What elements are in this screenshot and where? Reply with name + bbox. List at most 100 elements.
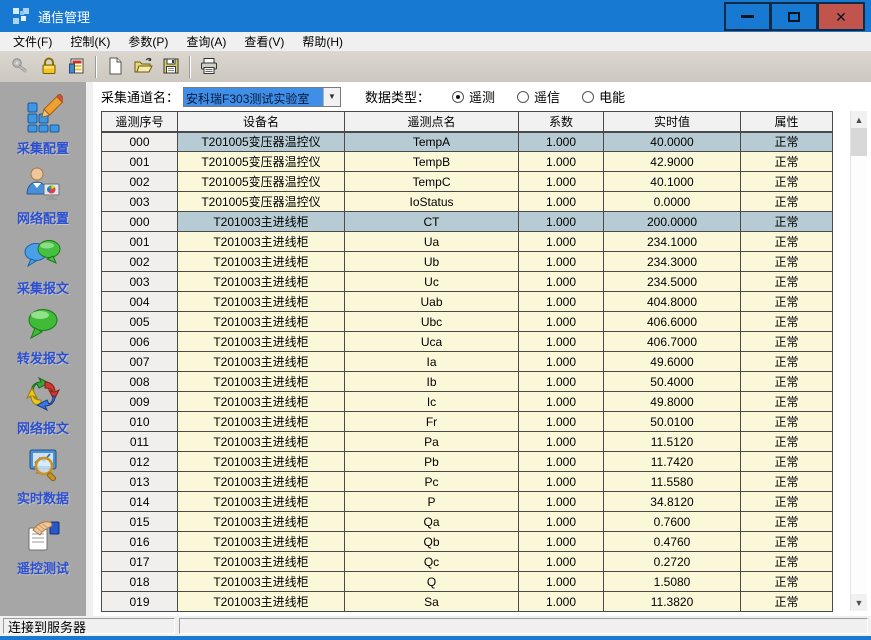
cell-value[interactable]: 234.1000 [604,232,741,252]
cell-serial[interactable]: 005 [102,312,178,332]
cell-serial[interactable]: 003 [102,272,178,292]
cell-value[interactable]: 406.7000 [604,332,741,352]
cell-attribute[interactable]: 正常 [741,152,833,172]
cell-coefficient[interactable]: 1.000 [519,212,604,232]
cell-attribute[interactable]: 正常 [741,232,833,252]
lock-button[interactable] [36,55,62,79]
cell-point[interactable]: Ub [345,252,519,272]
cell-serial[interactable]: 001 [102,232,178,252]
cell-device[interactable]: T201003主进线柜 [178,212,345,232]
cell-device[interactable]: T201003主进线柜 [178,532,345,552]
cell-serial[interactable]: 015 [102,512,178,532]
cell-attribute[interactable]: 正常 [741,492,833,512]
cell-point[interactable]: TempB [345,152,519,172]
radio-icon[interactable] [517,91,529,103]
cell-coefficient[interactable]: 1.000 [519,512,604,532]
table-row[interactable]: 003T201003主进线柜Uc1.000234.5000正常 [102,272,833,292]
cell-device[interactable]: T201005变压器温控仪 [178,172,345,192]
vertical-scrollbar[interactable]: ▲ ▼ [850,111,867,611]
cell-serial[interactable]: 019 [102,592,178,612]
cell-serial[interactable]: 001 [102,152,178,172]
cell-device[interactable]: T201005变压器温控仪 [178,192,345,212]
sidebar-item-realtime-data[interactable]: 实时数据 [0,444,86,514]
menu-item-query[interactable]: 查询(A) [177,31,235,52]
cell-point[interactable]: Uca [345,332,519,352]
menu-item-help[interactable]: 帮助(H) [293,31,352,52]
cell-attribute[interactable]: 正常 [741,532,833,552]
cell-point[interactable]: Q [345,572,519,592]
datatype-radio-energy[interactable]: 电能 [582,87,625,106]
cell-point[interactable]: Pa [345,432,519,452]
datatype-radio-telemetry[interactable]: 遥测 [452,87,495,106]
scrollbar-thumb[interactable] [851,128,867,156]
table-row[interactable]: 000T201003主进线柜CT1.000200.0000正常 [102,212,833,232]
cell-value[interactable]: 0.7600 [604,512,741,532]
cell-value[interactable]: 11.5580 [604,472,741,492]
save-button[interactable] [158,55,184,79]
column-header[interactable]: 属性 [741,112,833,132]
column-header[interactable]: 遥测点名 [345,112,519,132]
channel-combobox[interactable]: 安科瑞F303测试实验室 ▼ [183,87,341,107]
cell-attribute[interactable]: 正常 [741,312,833,332]
cell-attribute[interactable]: 正常 [741,552,833,572]
cell-point[interactable]: Qb [345,532,519,552]
cell-coefficient[interactable]: 1.000 [519,132,604,152]
cell-device[interactable]: T201003主进线柜 [178,572,345,592]
table-row[interactable]: 019T201003主进线柜Sa1.00011.3820正常 [102,592,833,612]
cell-value[interactable]: 0.4760 [604,532,741,552]
table-row[interactable]: 002T201003主进线柜Ub1.000234.3000正常 [102,252,833,272]
sidebar-item-collect-message[interactable]: 采集报文 [0,234,86,304]
table-row[interactable]: 011T201003主进线柜Pa1.00011.5120正常 [102,432,833,452]
cell-coefficient[interactable]: 1.000 [519,392,604,412]
cell-serial[interactable]: 010 [102,412,178,432]
cell-serial[interactable]: 007 [102,352,178,372]
column-header[interactable]: 设备名 [178,112,345,132]
cell-value[interactable]: 0.2720 [604,552,741,572]
column-header[interactable]: 系数 [519,112,604,132]
cell-point[interactable]: Qc [345,552,519,572]
cell-coefficient[interactable]: 1.000 [519,232,604,252]
cell-value[interactable]: 50.0100 [604,412,741,432]
cell-point[interactable]: Pc [345,472,519,492]
cell-value[interactable]: 49.8000 [604,392,741,412]
cell-coefficient[interactable]: 1.000 [519,332,604,352]
cell-value[interactable]: 234.3000 [604,252,741,272]
cell-coefficient[interactable]: 1.000 [519,592,604,612]
table-row[interactable]: 009T201003主进线柜Ic1.00049.8000正常 [102,392,833,412]
cell-coefficient[interactable]: 1.000 [519,492,604,512]
table-row[interactable]: 017T201003主进线柜Qc1.0000.2720正常 [102,552,833,572]
cell-attribute[interactable]: 正常 [741,472,833,492]
cell-device[interactable]: T201003主进线柜 [178,392,345,412]
cell-value[interactable]: 42.9000 [604,152,741,172]
cell-attribute[interactable]: 正常 [741,392,833,412]
cell-coefficient[interactable]: 1.000 [519,312,604,332]
cell-value[interactable]: 11.3820 [604,592,741,612]
key-button[interactable] [8,55,34,79]
cell-value[interactable]: 1.5080 [604,572,741,592]
cell-device[interactable]: T201003主进线柜 [178,372,345,392]
scroll-down-button[interactable]: ▼ [851,594,867,611]
cell-device[interactable]: T201003主进线柜 [178,472,345,492]
cell-point[interactable]: Pb [345,452,519,472]
cell-device[interactable]: T201005变压器温控仪 [178,132,345,152]
sidebar-item-network-config[interactable]: 网络配置 [0,164,86,234]
cell-point[interactable]: Uab [345,292,519,312]
cell-attribute[interactable]: 正常 [741,172,833,192]
table-row[interactable]: 002T201005变压器温控仪TempC1.00040.1000正常 [102,172,833,192]
table-row[interactable]: 010T201003主进线柜Fr1.00050.0100正常 [102,412,833,432]
menu-item-params[interactable]: 参数(P) [119,31,177,52]
table-row[interactable]: 016T201003主进线柜Qb1.0000.4760正常 [102,532,833,552]
column-header[interactable]: 遥测序号 [102,112,178,132]
cell-serial[interactable]: 000 [102,132,178,152]
sidebar-item-forward-message[interactable]: 转发报文 [0,304,86,374]
cell-device[interactable]: T201003主进线柜 [178,292,345,312]
scroll-up-button[interactable]: ▲ [851,111,867,128]
cell-value[interactable]: 234.5000 [604,272,741,292]
cell-point[interactable]: Ubc [345,312,519,332]
cell-point[interactable]: Ib [345,372,519,392]
cell-attribute[interactable]: 正常 [741,252,833,272]
cell-coefficient[interactable]: 1.000 [519,472,604,492]
cell-device[interactable]: T201003主进线柜 [178,312,345,332]
table-row[interactable]: 015T201003主进线柜Qa1.0000.7600正常 [102,512,833,532]
cell-point[interactable]: Ua [345,232,519,252]
